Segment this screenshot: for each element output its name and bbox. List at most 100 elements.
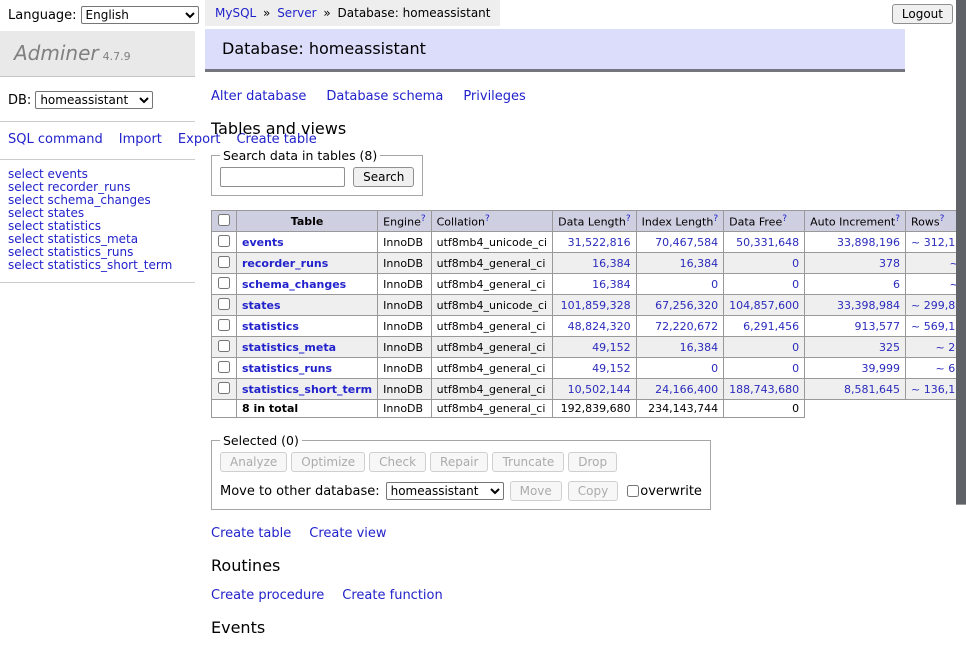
- total-data-free-cell: 0: [724, 400, 805, 418]
- search-legend: Search data in tables (8): [220, 148, 380, 163]
- data-free-cell: 50,331,648: [724, 232, 805, 253]
- index-length-cell: 0: [636, 274, 724, 295]
- data-length-cell: 31,522,816: [553, 232, 636, 253]
- table-link-schema-changes[interactable]: schema_changes: [242, 278, 346, 291]
- row-checkbox-states[interactable]: [218, 298, 230, 310]
- engine-cell: InnoDB: [378, 274, 431, 295]
- sidebar-actions: SQL commandImportExportCreate table: [0, 122, 195, 160]
- table-link-statistics-runs[interactable]: statistics_runs: [242, 362, 332, 375]
- move-label: Move to other database:: [220, 484, 380, 499]
- engine-cell: InnoDB: [378, 253, 431, 274]
- drop-button: Drop: [568, 452, 617, 472]
- copy-button: Copy: [568, 481, 618, 501]
- row-check-cell: [212, 274, 237, 295]
- row-checkbox-statistics-meta[interactable]: [218, 340, 230, 352]
- link-create-view[interactable]: Create view: [309, 526, 386, 541]
- index-length-cell: 70,467,584: [636, 232, 724, 253]
- page-title: Database: homeassistant: [205, 29, 905, 72]
- table-link-statistics-short-term[interactable]: statistics_short_term: [242, 383, 372, 396]
- link-create-function[interactable]: Create function: [342, 588, 442, 603]
- table-link-recorder-runs[interactable]: recorder_runs: [242, 257, 328, 270]
- total-collation-cell: utf8mb4_general_ci: [431, 400, 552, 418]
- column-header-data-length: Data Length?: [553, 211, 636, 232]
- column-help-link[interactable]: ?: [940, 214, 945, 224]
- total-engine-cell: InnoDB: [378, 400, 431, 418]
- search-input[interactable]: [220, 167, 345, 187]
- link-create-table[interactable]: Create table: [211, 526, 291, 541]
- overwrite-option: overwrite: [626, 484, 702, 499]
- column-label: Index Length: [642, 216, 714, 229]
- row-checkbox-statistics-short-term[interactable]: [218, 382, 230, 394]
- column-help-link[interactable]: ?: [626, 214, 631, 224]
- row-checkbox-statistics-runs[interactable]: [218, 361, 230, 373]
- db-select[interactable]: homeassistant: [35, 91, 153, 109]
- search-button[interactable]: Search: [353, 167, 414, 187]
- sidebar-action-sql-command[interactable]: SQL command: [8, 132, 103, 147]
- language-select[interactable]: English: [81, 6, 199, 24]
- index-length-cell: 16,384: [636, 337, 724, 358]
- move-db-select[interactable]: homeassistant: [386, 482, 504, 500]
- move-button: Move: [510, 481, 562, 501]
- table-name-cell: statistics_runs: [237, 358, 378, 379]
- column-help-link[interactable]: ?: [421, 214, 426, 224]
- auto-increment-cell: 39,999: [805, 358, 906, 379]
- breadcrumb-separator: »: [320, 6, 335, 20]
- table-link-events[interactable]: events: [242, 236, 284, 249]
- breadcrumb-mysql[interactable]: MySQL: [215, 6, 256, 20]
- row-check-cell: [212, 232, 237, 253]
- column-header-auto-increment: Auto Increment?: [805, 211, 906, 232]
- logout-button[interactable]: Logout: [892, 4, 953, 24]
- column-label: Auto Increment: [810, 216, 895, 229]
- column-help-link[interactable]: ?: [782, 214, 787, 224]
- column-help-link[interactable]: ?: [713, 214, 718, 224]
- table-name-cell: statistics_short_term: [237, 379, 378, 400]
- data-length-cell: 48,824,320: [553, 316, 636, 337]
- table-name-cell: states: [237, 295, 378, 316]
- data-length-cell: 101,859,328: [553, 295, 636, 316]
- row-check-cell: [212, 337, 237, 358]
- row-check-cell: [212, 316, 237, 337]
- link-create-procedure[interactable]: Create procedure: [211, 588, 324, 603]
- row-checkbox-recorder-runs[interactable]: [218, 256, 230, 268]
- row-checkbox-events[interactable]: [218, 235, 230, 247]
- db-selector-row: DB:homeassistant: [0, 77, 195, 122]
- row-checkbox-statistics[interactable]: [218, 319, 230, 331]
- row-checkbox-schema-changes[interactable]: [218, 277, 230, 289]
- scrollbar-thumb[interactable]: [956, 0, 966, 505]
- table-header-row: TableEngine?Collation?Data Length?Index …: [212, 211, 966, 232]
- column-label: Data Length: [558, 216, 626, 229]
- table-link-statistics-meta[interactable]: statistics_meta: [242, 341, 336, 354]
- overwrite-checkbox[interactable]: [627, 485, 639, 497]
- sidebar-action-import[interactable]: Import: [119, 132, 162, 147]
- adminer-logo[interactable]: Adminer: [14, 41, 99, 65]
- vertical-scrollbar[interactable]: [956, 0, 966, 543]
- column-help-link[interactable]: ?: [485, 214, 490, 224]
- data-free-cell: 188,743,680: [724, 379, 805, 400]
- table-link-statistics[interactable]: statistics: [242, 320, 299, 333]
- total-check-cell: [212, 400, 237, 418]
- sidebar-link-select-statistics-short-term[interactable]: select statistics_short_term: [8, 259, 187, 272]
- engine-cell: InnoDB: [378, 232, 431, 253]
- engine-cell: InnoDB: [378, 295, 431, 316]
- column-help-sup: ?: [626, 213, 631, 224]
- collation-cell: utf8mb4_general_ci: [431, 379, 552, 400]
- page-layout: Language:English Adminer4.7.9 DB:homeass…: [0, 0, 966, 647]
- table-row-statistics: statisticsInnoDButf8mb4_general_ci48,824…: [212, 316, 966, 337]
- link-privileges[interactable]: Privileges: [463, 89, 526, 104]
- link-alter-database[interactable]: Alter database: [211, 89, 306, 104]
- create-links: Create table Create view: [211, 526, 905, 541]
- column-header-index-length: Index Length?: [636, 211, 724, 232]
- link-database-schema[interactable]: Database schema: [326, 89, 443, 104]
- auto-increment-cell: 6: [805, 274, 906, 295]
- breadcrumb-server[interactable]: Server: [277, 6, 316, 20]
- table-link-states[interactable]: states: [242, 299, 281, 312]
- auto-increment-cell: 378: [805, 253, 906, 274]
- content-inner: Alter databaseDatabase schemaPrivileges …: [205, 89, 905, 637]
- column-header-data-free: Data Free?: [724, 211, 805, 232]
- engine-cell: InnoDB: [378, 337, 431, 358]
- table-row-states: statesInnoDButf8mb4_unicode_ci101,859,32…: [212, 295, 966, 316]
- column-help-link[interactable]: ?: [895, 214, 900, 224]
- column-header-collation: Collation?: [431, 211, 552, 232]
- index-length-cell: 16,384: [636, 253, 724, 274]
- select-all-checkbox[interactable]: [218, 214, 230, 226]
